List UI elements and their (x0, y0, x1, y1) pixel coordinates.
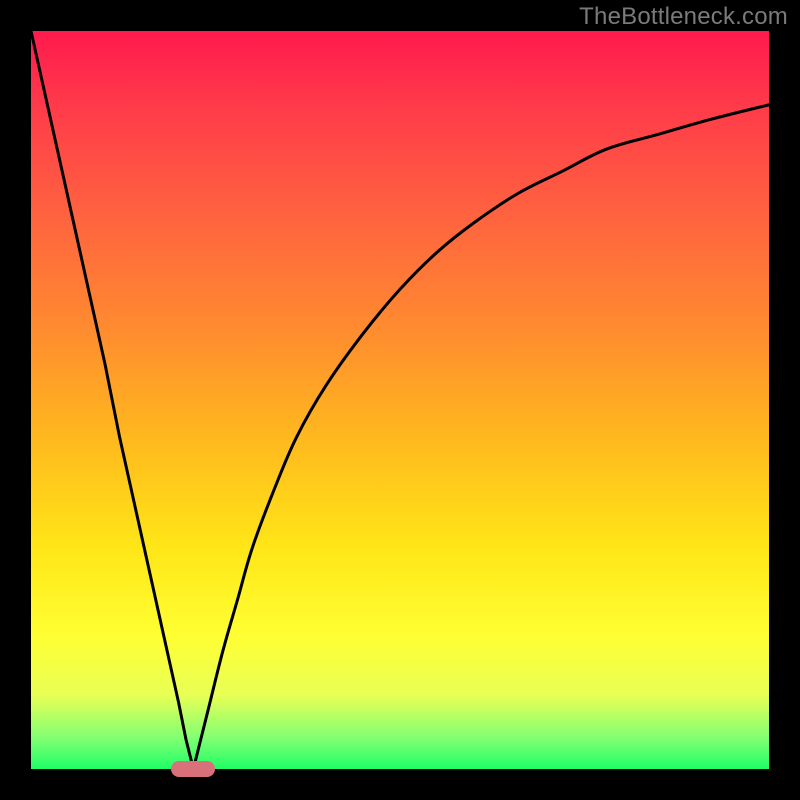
watermark-text: TheBottleneck.com (579, 3, 788, 31)
curve-svg (31, 31, 769, 769)
chart-frame: TheBottleneck.com (0, 0, 800, 800)
left-branch-path (31, 31, 193, 769)
plot-area (31, 31, 769, 769)
right-branch-path (193, 105, 769, 769)
minimum-marker (171, 761, 215, 777)
